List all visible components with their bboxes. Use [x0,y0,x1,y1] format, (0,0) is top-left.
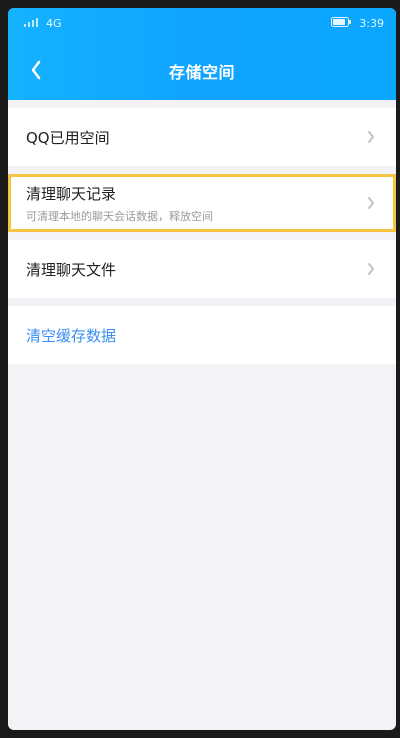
group-qq-space: QQ已用空间 [8,108,396,166]
signal-icon [24,17,40,30]
chevron-right-icon [364,130,378,144]
nav-bar: 存储空间 [8,42,396,100]
time-text: 3:39 [359,16,384,30]
chevron-right-icon [364,262,378,276]
back-button[interactable] [18,54,54,90]
clean-chat-history-subtext: 可清理本地的聊天会话数据，释放空间 [26,209,213,223]
clean-chat-history-item[interactable]: 清理聊天记录 可清理本地的聊天会话数据，释放空间 [8,174,396,232]
page-title: 存储空间 [168,63,235,82]
qq-used-space-label: QQ已用空间 [26,128,110,147]
clean-chat-files-label: 清理聊天文件 [26,260,117,279]
clean-chat-history-label: 清理聊天记录 [26,184,117,203]
settings-list: QQ已用空间 清理聊天记录 可清理本地的聊天会话数据，释放空间 清理聊天文件 清… [8,100,396,372]
status-left: 4G [24,17,62,30]
chevron-right-icon [364,196,378,210]
qq-used-space-item[interactable]: QQ已用空间 [8,108,396,166]
group-clear-cache: 清空缓存数据 [8,306,396,364]
group-chat-history: 清理聊天记录 可清理本地的聊天会话数据，释放空间 [8,174,396,232]
status-bar: 4G 3:39 [8,8,396,38]
clean-chat-files-item[interactable]: 清理聊天文件 [8,240,396,298]
chevron-left-icon [29,60,43,84]
app-header: 4G 3:39 存储空间 [8,8,396,100]
group-chat-files: 清理聊天文件 [8,240,396,298]
screen: 4G 3:39 存储空间 QQ已用空间 清理聊天记录 可清理本地的聊天会话数据，… [8,8,396,730]
clean-chat-history-text: 清理聊天记录 可清理本地的聊天会话数据，释放空间 [26,183,364,224]
clear-cache-button[interactable]: 清空缓存数据 [8,306,396,364]
battery-icon [331,16,352,30]
network-text: 4G [46,16,62,30]
status-right: 3:39 [331,16,384,30]
device-frame: 4G 3:39 存储空间 QQ已用空间 清理聊天记录 可清理本地的聊天会话数据，… [0,0,400,738]
